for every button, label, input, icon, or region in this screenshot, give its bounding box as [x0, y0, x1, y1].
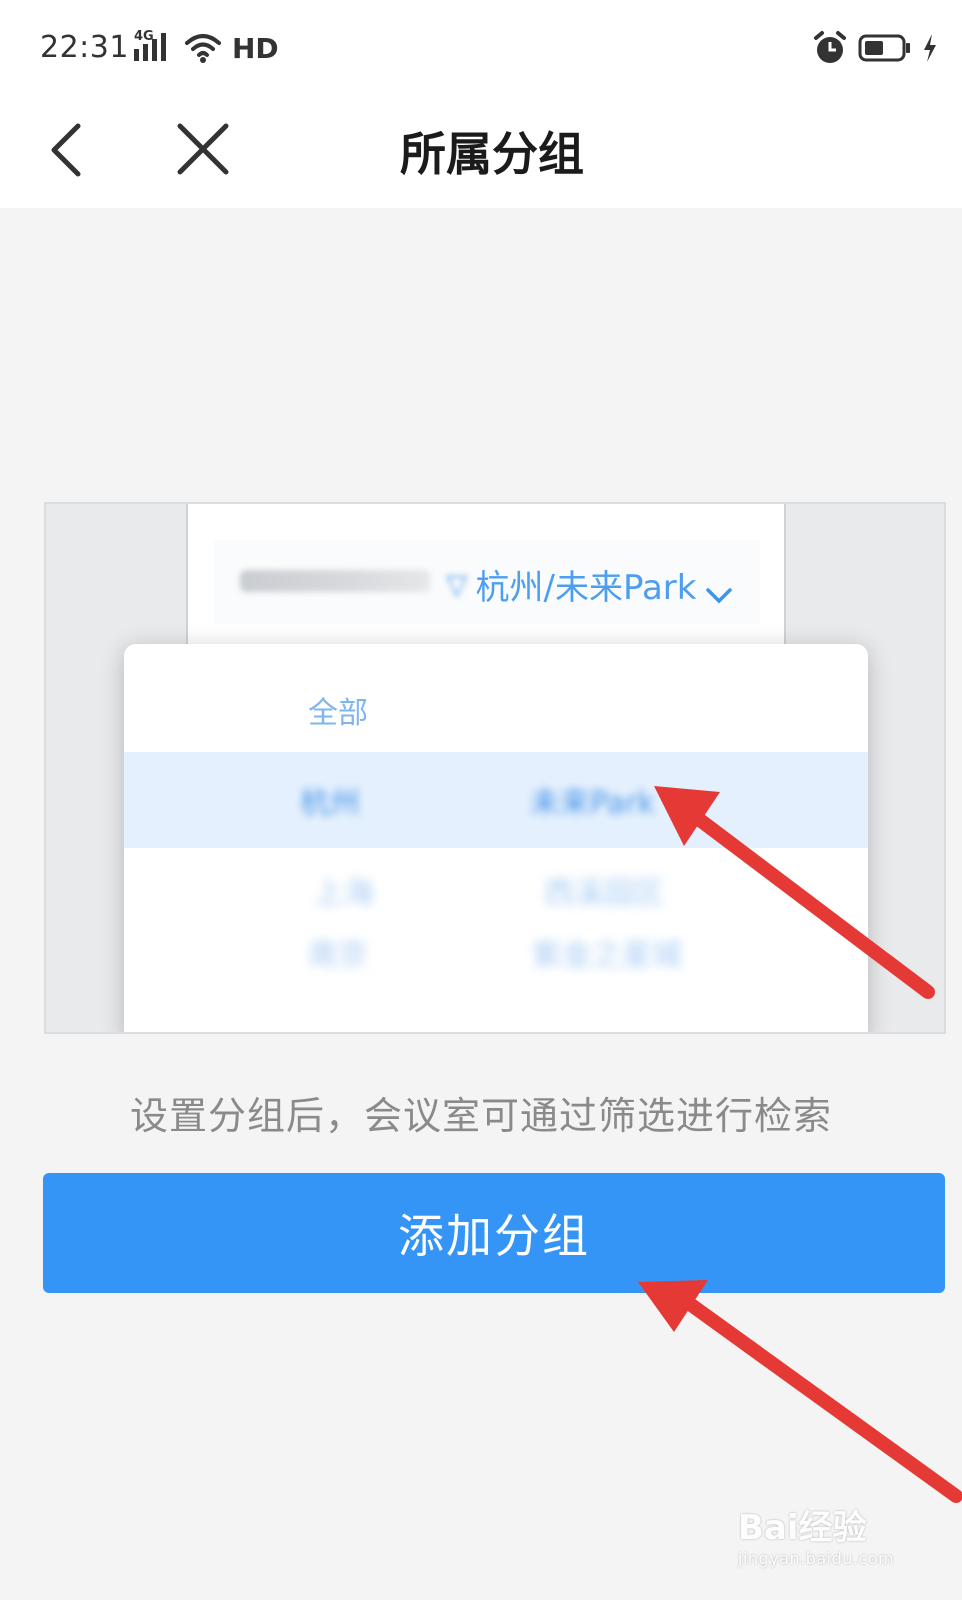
dropdown-left-cell: 南京 [308, 938, 368, 973]
alarm-icon [812, 30, 848, 66]
illustration-phone-frame: ▽ 杭州/未来Park [186, 504, 786, 654]
hint-text: 设置分组后，会议室可通过筛选进行检索 [129, 1094, 832, 1138]
illustration-filter-value: ▽ 杭州/未来Park [446, 560, 734, 609]
nav-header: 所属分组 [0, 96, 962, 208]
illustration-dropdown: 全部 杭州 未来Park 上海 西溪园区 南京 紫金之星城 [124, 644, 868, 1032]
watermark-url: jingyan.baidu.com [738, 1549, 895, 1568]
add-group-button[interactable]: 添加分组 [43, 1173, 945, 1293]
dropdown-left-cell: 全部 [308, 696, 368, 731]
illustration-filter-label: 杭州/未来Park [475, 568, 697, 608]
wifi-icon [184, 31, 222, 65]
watermark-logo: Bai经验 [738, 1508, 867, 1548]
status-icons-left: 4G HD [134, 29, 279, 66]
hd-label: HD [232, 31, 279, 65]
signal-icon: 4G [134, 29, 174, 65]
guide-illustration: ▽ 杭州/未来Park 全部 杭州 未来Park 上海 西溪园区 南京 紫金之星… [44, 502, 946, 1034]
dropdown-left-cell: 杭州 [300, 786, 360, 821]
chevron-down-icon [704, 575, 734, 603]
illustration-filter-bar: ▽ 杭州/未来Park [214, 540, 760, 624]
dropdown-row-selected: 杭州 未来Park [124, 752, 868, 848]
dropdown-row: 全部 [124, 660, 868, 756]
arrow-icon [638, 1280, 962, 1503]
dropdown-row: 南京 紫金之星城 [124, 906, 868, 1002]
status-icons-right [812, 28, 938, 68]
dropdown-right-cell: 紫金之星城 [532, 938, 682, 973]
status-time: 22:31 [40, 30, 129, 65]
filter-icon: ▽ [446, 568, 468, 601]
baidu-watermark: Bai经验 jingyan.baidu.com [738, 1500, 938, 1590]
dropdown-right-cell: 未来Park [530, 786, 655, 821]
charging-icon [922, 34, 938, 62]
status-bar: 22:31 4G HD [0, 0, 962, 96]
page-title: 所属分组 [400, 127, 584, 181]
battery-icon [858, 34, 912, 62]
illustration-blurred-location [240, 570, 430, 592]
